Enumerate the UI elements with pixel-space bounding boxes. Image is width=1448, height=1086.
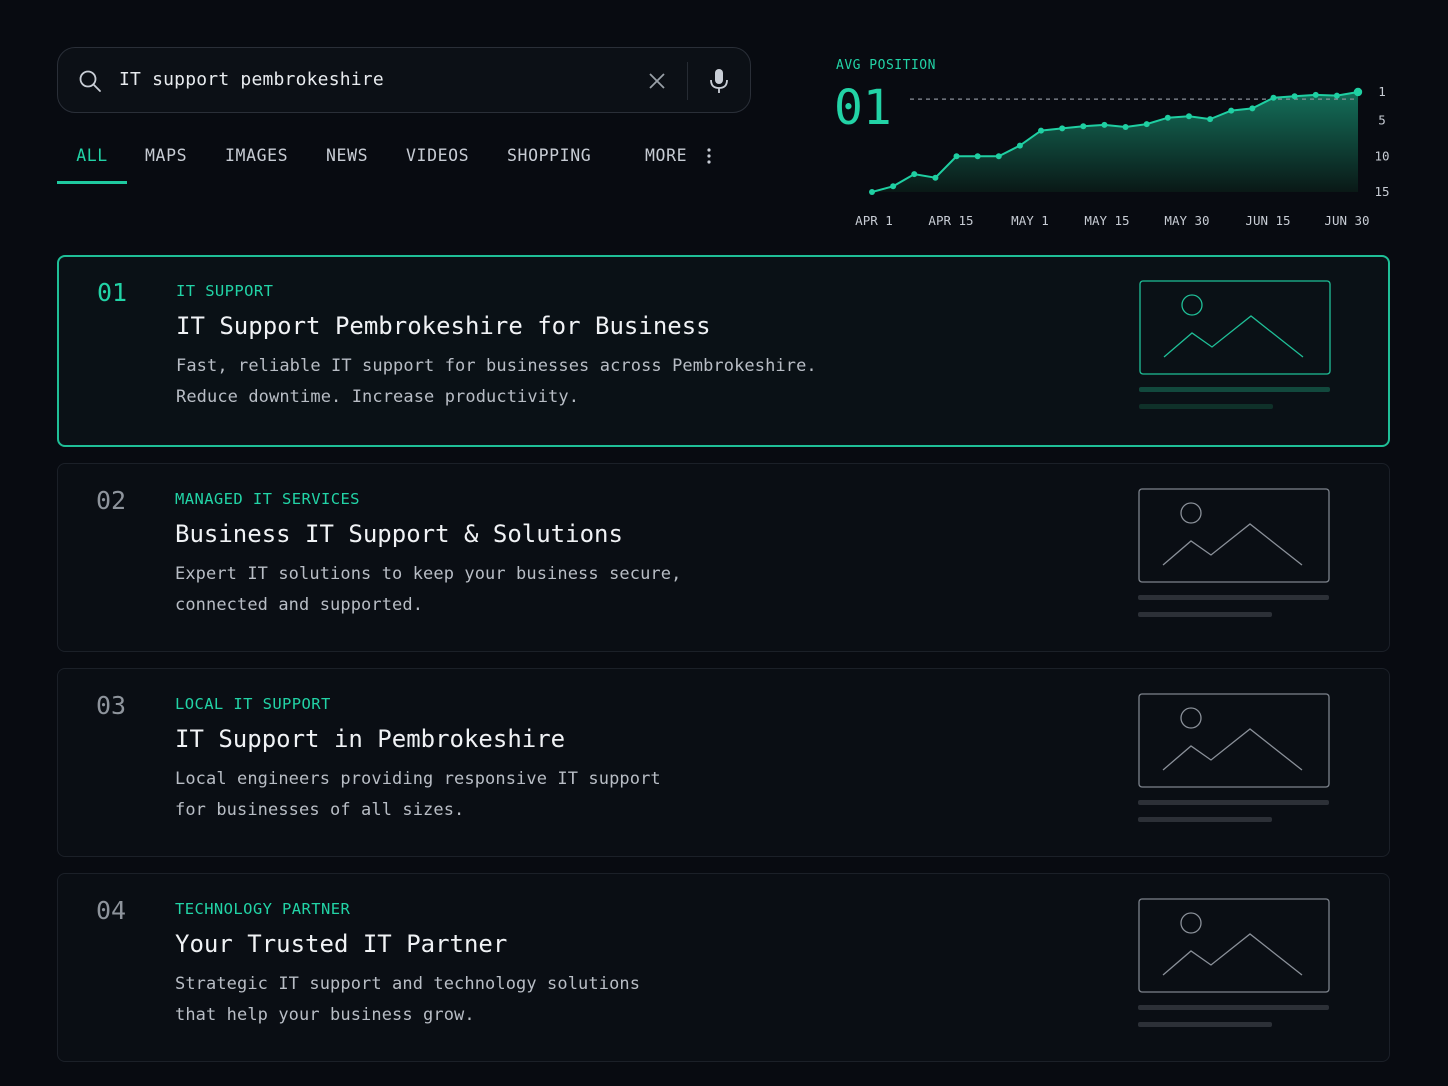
chart-point <box>1143 121 1150 128</box>
chart-point <box>1353 87 1363 97</box>
search-icon <box>78 69 102 97</box>
tab-more[interactable]: MORE <box>645 130 687 182</box>
chart-point <box>890 183 897 190</box>
chart-x-tick-label: JUN 30 <box>1324 213 1369 228</box>
image-placeholder-icon <box>1138 693 1330 822</box>
tab-images[interactable]: IMAGES <box>225 130 288 182</box>
tab-all[interactable]: ALL <box>57 130 127 182</box>
chart-point <box>1016 142 1023 149</box>
result-rank: 01 <box>97 278 128 307</box>
chart-x-tick-label: APR 1 <box>855 213 893 228</box>
chart-x-tick-label: MAY 30 <box>1164 213 1209 228</box>
chart-point <box>1122 124 1129 130</box>
image-placeholder-icon <box>1138 488 1330 617</box>
chart-y-tick-label: 10 <box>1374 148 1389 163</box>
chart-point <box>974 153 981 160</box>
result-description: Strategic IT support and technology solu… <box>175 974 641 1025</box>
result-description: Expert IT solutions to keep your busines… <box>175 564 682 615</box>
result-title[interactable]: IT Support Pembrokeshire for Business <box>176 312 711 340</box>
avg-position-chart: 151015APR 1 APR 15 MAY 1 MAY 15 MAY 30 JUN 15… <box>855 84 1389 228</box>
more-vertical-icon[interactable] <box>706 147 712 169</box>
chart-point <box>869 189 875 195</box>
chart-point <box>1270 94 1277 101</box>
result-description: Fast, reliable IT support for businesses… <box>176 356 817 407</box>
chart-point <box>995 153 1002 160</box>
result-description: Local engineers providing responsive IT … <box>175 769 661 820</box>
close-icon[interactable] <box>647 71 667 95</box>
result-title[interactable]: IT Support in Pembrokeshire <box>175 725 565 753</box>
chart-point <box>1080 123 1087 130</box>
search-divider <box>687 62 688 100</box>
result-category: LOCAL IT SUPPORT <box>175 695 331 713</box>
result-title[interactable]: Business IT Support & Solutions <box>175 520 623 548</box>
result-title[interactable]: Your Trusted IT Partner <box>175 930 507 958</box>
chart-x-tick-label: MAY 15 <box>1084 213 1129 228</box>
result-card[interactable]: 03 LOCAL IT SUPPORT IT Support in Pembro… <box>57 668 1390 857</box>
chart-x-tick-label: MAY 1 <box>1011 213 1049 228</box>
chart-x-tick-label: APR 15 <box>928 213 973 228</box>
image-placeholder-icon <box>1138 898 1330 1027</box>
chart-point <box>1333 92 1340 99</box>
search-box[interactable]: IT support pembrokeshire <box>57 47 751 113</box>
chart-point <box>1228 107 1235 114</box>
chart-point <box>1291 93 1298 100</box>
chart-point <box>953 153 960 160</box>
chart-point <box>932 174 939 181</box>
result-card[interactable]: 01 IT SUPPORT IT Support Pembrokeshire f… <box>57 255 1390 447</box>
chart-point <box>1207 116 1214 123</box>
tab-videos[interactable]: VIDEOS <box>406 130 469 182</box>
avg-position-label: AVG POSITION <box>836 58 936 73</box>
result-card[interactable]: 04 TECHNOLOGY PARTNER Your Trusted IT Pa… <box>57 873 1390 1062</box>
image-placeholder-icon <box>1139 280 1331 409</box>
chart-point <box>1164 114 1171 121</box>
result-rank: 04 <box>96 896 127 925</box>
chart-y-tick-label: 15 <box>1374 184 1389 199</box>
result-rank: 03 <box>96 691 127 720</box>
chart-x-tick-label: JUN 15 <box>1245 213 1290 228</box>
chart-y-tick-label: 5 <box>1378 113 1386 128</box>
chart-point <box>1038 127 1045 134</box>
result-category: MANAGED IT SERVICES <box>175 490 360 508</box>
chart-y-tick-label: 1 <box>1378 84 1386 99</box>
chart-point <box>1312 91 1319 98</box>
result-card[interactable]: 02 MANAGED IT SERVICES Business IT Suppo… <box>57 463 1390 652</box>
chart-point <box>1185 113 1192 120</box>
microphone-icon[interactable] <box>708 67 730 99</box>
result-category: IT SUPPORT <box>176 282 274 300</box>
chart-point <box>911 171 918 178</box>
tab-maps[interactable]: MAPS <box>145 130 187 182</box>
chart-point <box>1059 125 1066 132</box>
chart-area <box>872 92 1358 192</box>
result-category: TECHNOLOGY PARTNER <box>175 900 351 918</box>
search-input[interactable]: IT support pembrokeshire <box>119 48 384 112</box>
active-tab-indicator <box>57 181 127 184</box>
chart-point <box>1249 105 1256 112</box>
tab-news[interactable]: NEWS <box>326 130 368 182</box>
tab-shopping[interactable]: SHOPPING <box>507 130 591 182</box>
chart-point <box>1101 121 1108 128</box>
result-rank: 02 <box>96 486 127 515</box>
